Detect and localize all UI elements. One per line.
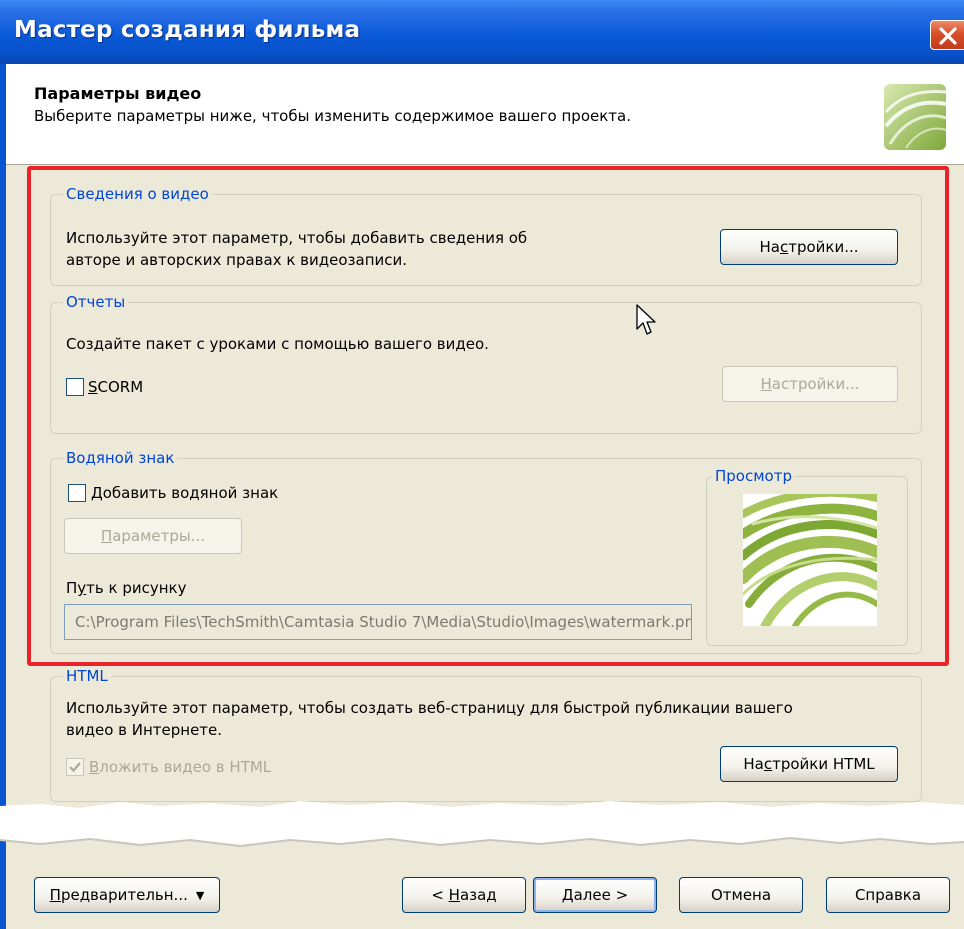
preview-label-u: П xyxy=(49,886,61,904)
preview-label-rest: редварительн... xyxy=(60,886,188,904)
back-label-pre: < xyxy=(431,886,449,904)
help-button[interactable]: Справка xyxy=(826,877,950,913)
wizard-header: Параметры видео Выберите параметры ниже,… xyxy=(6,64,964,165)
embed-html-label-u: В xyxy=(89,758,100,776)
back-label-u: Н xyxy=(448,886,460,904)
preview-dropdown-button[interactable]: Предварительн... ▼ xyxy=(34,877,220,913)
embed-html-label[interactable]: Вложить видео в HTML xyxy=(89,757,271,777)
checkmark-icon xyxy=(69,762,81,773)
html-settings-label-pre: На xyxy=(743,755,764,773)
next-label-rest: алее > xyxy=(573,886,629,904)
html-settings-label-post: тройки HTML xyxy=(772,755,875,773)
camtasia-logo-icon xyxy=(884,84,947,150)
window-title: Мастер создания фильма xyxy=(14,17,361,43)
next-button[interactable]: Далее > xyxy=(533,877,657,913)
mouse-cursor-icon xyxy=(636,304,656,335)
html-description-line1: Используйте этот параметр, чтобы создать… xyxy=(66,699,793,717)
cancel-label: Отмена xyxy=(710,886,772,904)
back-label-rest: азад xyxy=(459,886,497,904)
torn-paper-divider xyxy=(0,801,964,848)
next-label-u: Д xyxy=(561,886,574,904)
dropdown-arrow-icon: ▼ xyxy=(195,888,205,902)
embed-html-checkbox[interactable] xyxy=(66,758,84,776)
page-title: Параметры видео xyxy=(34,84,202,103)
cancel-button[interactable]: Отмена xyxy=(679,877,803,913)
close-button[interactable] xyxy=(930,20,964,50)
html-description-line2: видео в Интернете. xyxy=(66,721,223,739)
title-bar[interactable]: Мастер создания фильма xyxy=(0,0,964,64)
embed-html-label-rest: ложить видео в HTML xyxy=(99,758,272,776)
page-description: Выберите параметры ниже, чтобы изменить … xyxy=(34,107,631,125)
highlight-frame xyxy=(27,166,949,666)
back-button[interactable]: < Назад xyxy=(402,877,526,913)
html-settings-label-u: с xyxy=(763,755,773,773)
close-icon xyxy=(939,27,957,45)
html-settings-button[interactable]: На с тройки HTML xyxy=(720,746,898,782)
html-group-label: HTML xyxy=(63,667,111,685)
help-label: Справка xyxy=(854,886,922,904)
